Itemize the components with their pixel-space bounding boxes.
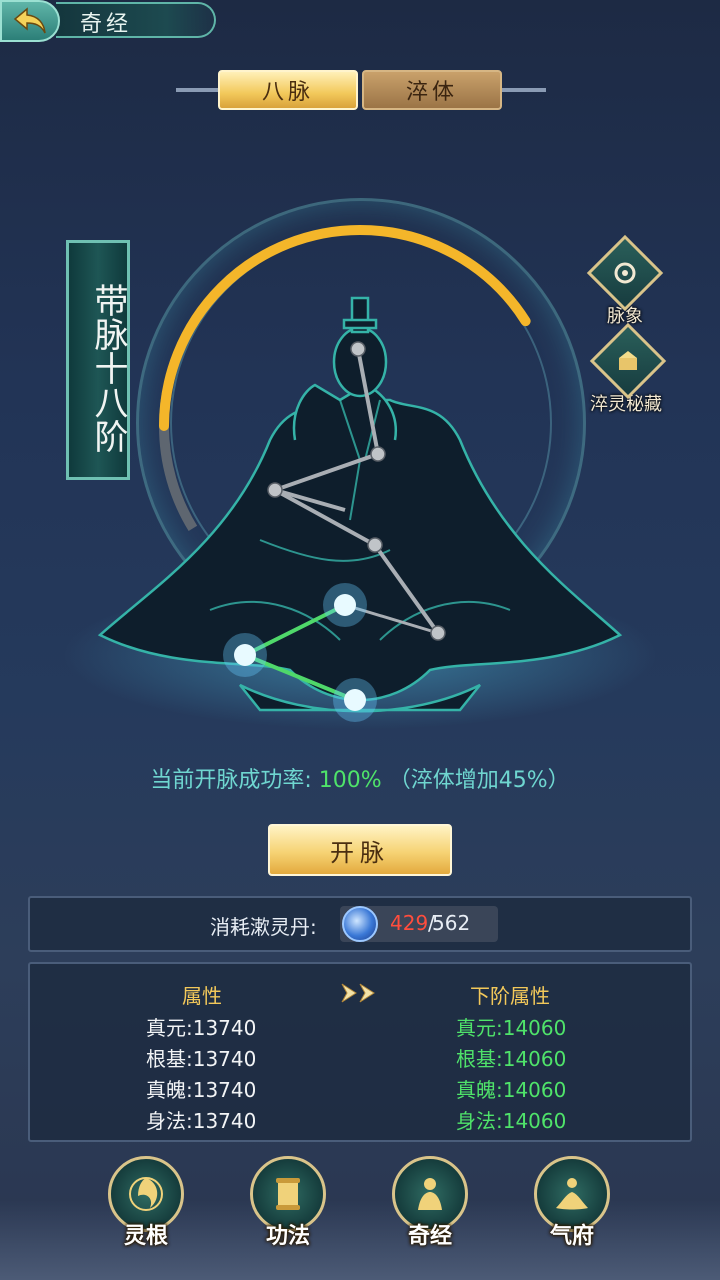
- success-rate-bonus: （淬体增加45%）: [388, 768, 570, 793]
- rank-text: 带脉十八阶: [88, 283, 128, 453]
- nav-qijing[interactable]: 奇经: [382, 1156, 478, 1250]
- nav-qifu-label: 气府: [549, 1224, 594, 1249]
- current-attr-zhenyuan: 真元:13740: [146, 1016, 257, 1040]
- success-rate-line: 当前开脉成功率: 100% （淬体增加45%）: [0, 762, 720, 794]
- nav-qifu[interactable]: 气府: [524, 1156, 620, 1250]
- nav-gongfa[interactable]: 功法: [240, 1156, 336, 1250]
- vein-pattern-button[interactable]: 脉象: [586, 234, 664, 328]
- current-attr-shenfa: 身法:13740: [146, 1109, 257, 1133]
- treasure-button[interactable]: 淬灵秘藏: [589, 322, 667, 416]
- next-attributes-header: 下阶属性: [470, 984, 550, 1008]
- treasure-chest-icon: [589, 322, 667, 400]
- next-attr-shenfa: 身法:14060: [456, 1109, 567, 1133]
- next-attr-genji: 根基:14060: [456, 1047, 567, 1071]
- double-arrow-icon: [341, 983, 375, 1003]
- cost-label: 消耗漱灵丹:: [210, 915, 317, 939]
- nav-gongfa-label: 功法: [265, 1224, 310, 1249]
- current-attributes-header: 属性: [182, 984, 222, 1008]
- cost-required: 562: [432, 911, 471, 935]
- pill-orb-icon: [342, 906, 378, 942]
- next-attr-zhenyuan: 真元:14060: [456, 1016, 567, 1040]
- current-attr-zhenpo: 真魄:13740: [146, 1078, 257, 1102]
- cost-owned: 429: [390, 911, 429, 935]
- nav-lingen[interactable]: 灵根: [98, 1156, 194, 1250]
- success-rate-value: 100%: [318, 768, 382, 793]
- current-attr-genji: 根基:13740: [146, 1047, 257, 1071]
- nav-lingen-label: 灵根: [123, 1224, 168, 1249]
- nav-qijing-label: 奇经: [407, 1224, 452, 1249]
- vein-pattern-icon: [586, 234, 664, 312]
- next-attr-zhenpo: 真魄:14060: [456, 1078, 567, 1102]
- open-meridian-button[interactable]: 开脉: [268, 824, 452, 876]
- success-rate-label: 当前开脉成功率:: [150, 768, 312, 793]
